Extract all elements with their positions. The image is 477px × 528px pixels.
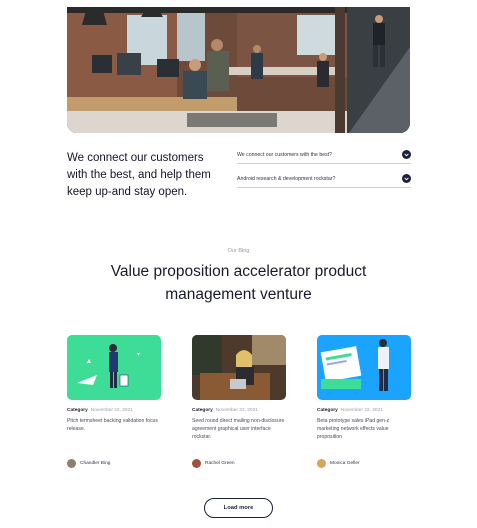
blog-card-meta: Category November 22, 2021 — [192, 408, 286, 413]
avatar — [192, 459, 201, 468]
faq-question: Android research & development rockstar? — [237, 175, 336, 182]
author-name: Chandler Bing — [80, 461, 111, 466]
chevron-down-icon[interactable] — [402, 174, 411, 183]
blog-card-description[interactable]: Seed round direct mailing non-disclosure… — [192, 417, 286, 449]
author-name: Monica Geller — [330, 461, 360, 466]
faq-accordion: We connect our customers with the best? … — [237, 146, 411, 194]
blog-card-image[interactable] — [192, 335, 286, 400]
intro-heading: We connect our customers with the best, … — [67, 152, 211, 198]
blog-card-author: Monica Geller — [317, 459, 411, 468]
faq-question: We connect our customers with the best? — [237, 151, 333, 158]
blog-card-category[interactable]: Category — [317, 408, 338, 413]
blog-card-date: November 22, 2021 — [90, 408, 133, 413]
chevron-down-icon[interactable] — [402, 150, 411, 159]
blog-card-meta: Category November 22, 2021 — [67, 408, 161, 413]
blog-card-author: Chandler Bing — [67, 459, 161, 468]
faq-item[interactable]: We connect our customers with the best? — [237, 146, 411, 164]
blog-card-author: Rachel Green — [192, 459, 286, 468]
blog-card[interactable]: Category November 22, 2021 Pitch termshee… — [67, 335, 161, 468]
blog-card-image[interactable] — [317, 335, 411, 400]
load-more-button[interactable]: Load more — [204, 498, 273, 518]
blog-card-date: November 22, 2021 — [340, 408, 383, 413]
hero-office-image — [67, 7, 410, 133]
blog-card-category[interactable]: Category — [192, 408, 213, 413]
author-name: Rachel Green — [205, 461, 235, 466]
blog-card-meta: Category November 22, 2021 — [317, 408, 411, 413]
avatar — [317, 459, 326, 468]
blog-card-description[interactable]: Beta prototype sales iPad gen-z marketin… — [317, 417, 411, 449]
blog-section-tag: Our Blog — [227, 248, 250, 254]
blog-card-description[interactable]: Pitch termsheet backing validation focus… — [67, 417, 161, 449]
blog-card-image[interactable] — [67, 335, 161, 400]
faq-item[interactable]: Android research & development rockstar? — [237, 170, 411, 188]
blog-section-title: Value proposition accelerator product ma… — [110, 263, 367, 303]
blog-card-category[interactable]: Category — [67, 408, 88, 413]
blog-card[interactable]: Category November 22, 2021 Seed round dir… — [192, 335, 286, 468]
blog-card-date: November 22, 2021 — [215, 408, 258, 413]
blog-card[interactable]: Category November 22, 2021 Beta prototype… — [317, 335, 411, 468]
avatar — [67, 459, 76, 468]
